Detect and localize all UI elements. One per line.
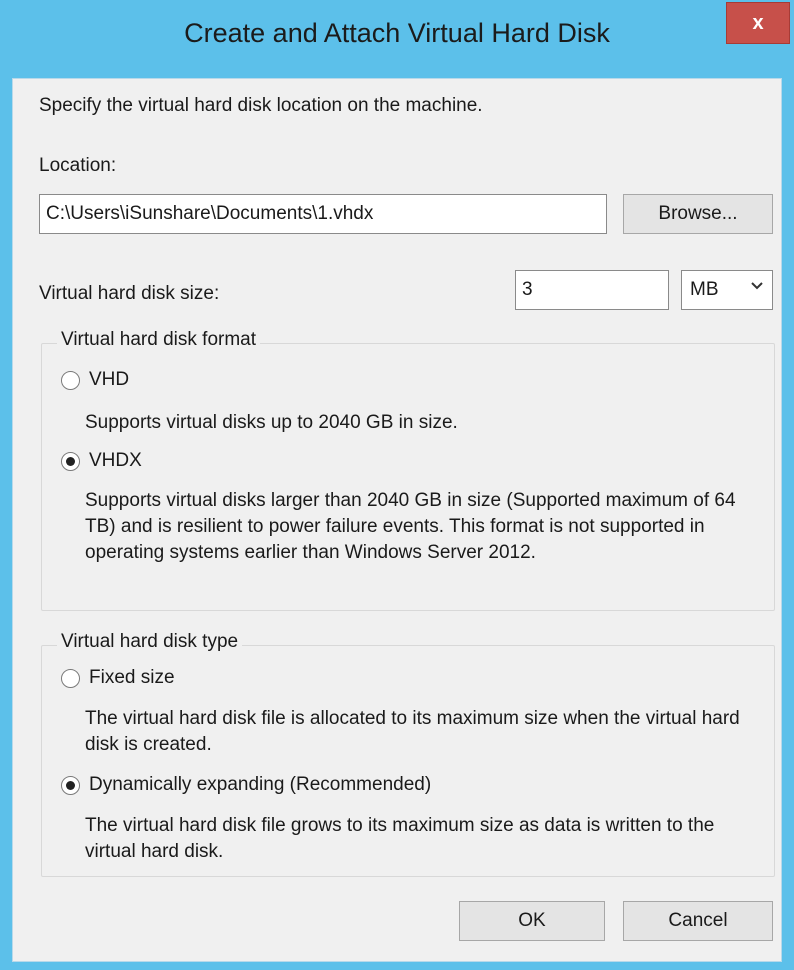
browse-button[interactable]: Browse... (623, 194, 773, 234)
dialog-client-area: Specify the virtual hard disk location o… (12, 78, 782, 962)
cancel-button[interactable]: Cancel (623, 901, 773, 941)
dynamic-radio[interactable]: Dynamically expanding (Recommended) (61, 774, 431, 796)
size-input[interactable]: 3 (515, 270, 669, 310)
ok-button[interactable]: OK (459, 901, 605, 941)
dialog-window: Create and Attach Virtual Hard Disk x Sp… (0, 0, 794, 970)
vhdx-radio[interactable]: VHDX (61, 450, 142, 472)
radio-checked-icon[interactable] (61, 775, 80, 795)
location-label: Location: (39, 155, 117, 176)
close-icon: x (752, 11, 764, 34)
vhd-radio-label: VHD (89, 369, 130, 390)
radio-unchecked-icon[interactable] (61, 370, 80, 390)
radio-checked-icon[interactable] (61, 451, 80, 471)
size-label: Virtual hard disk size: (39, 283, 220, 304)
fixed-size-radio-label: Fixed size (89, 667, 175, 688)
fixed-size-radio[interactable]: Fixed size (61, 667, 175, 689)
dynamic-description: The virtual hard disk file grows to its … (85, 815, 715, 862)
dynamic-radio-label: Dynamically expanding (Recommended) (89, 774, 432, 795)
type-group-legend: Virtual hard disk type (57, 631, 243, 653)
vhdx-radio-label: VHDX (89, 450, 142, 471)
window-title: Create and Attach Virtual Hard Disk (184, 18, 610, 48)
size-unit-value: MB (690, 279, 719, 300)
intro-text: Specify the virtual hard disk location o… (39, 95, 483, 116)
title-bar[interactable]: Create and Attach Virtual Hard Disk x (0, 0, 794, 78)
vhd-description: Supports virtual disks up to 2040 GB in … (85, 412, 458, 433)
fixed-size-description: The virtual hard disk file is allocated … (85, 708, 740, 755)
format-group-legend: Virtual hard disk format (57, 329, 261, 351)
close-button[interactable]: x (726, 2, 790, 44)
chevron-down-icon (751, 282, 763, 290)
vhd-radio[interactable]: VHD (61, 369, 129, 391)
vhdx-description: Supports virtual disks larger than 2040 … (85, 490, 736, 563)
size-unit-select[interactable]: MB (681, 270, 773, 310)
format-group (41, 343, 775, 611)
radio-unchecked-icon[interactable] (61, 668, 80, 688)
location-input[interactable]: C:\Users\iSunshare\Documents\1.vhdx (39, 194, 607, 234)
